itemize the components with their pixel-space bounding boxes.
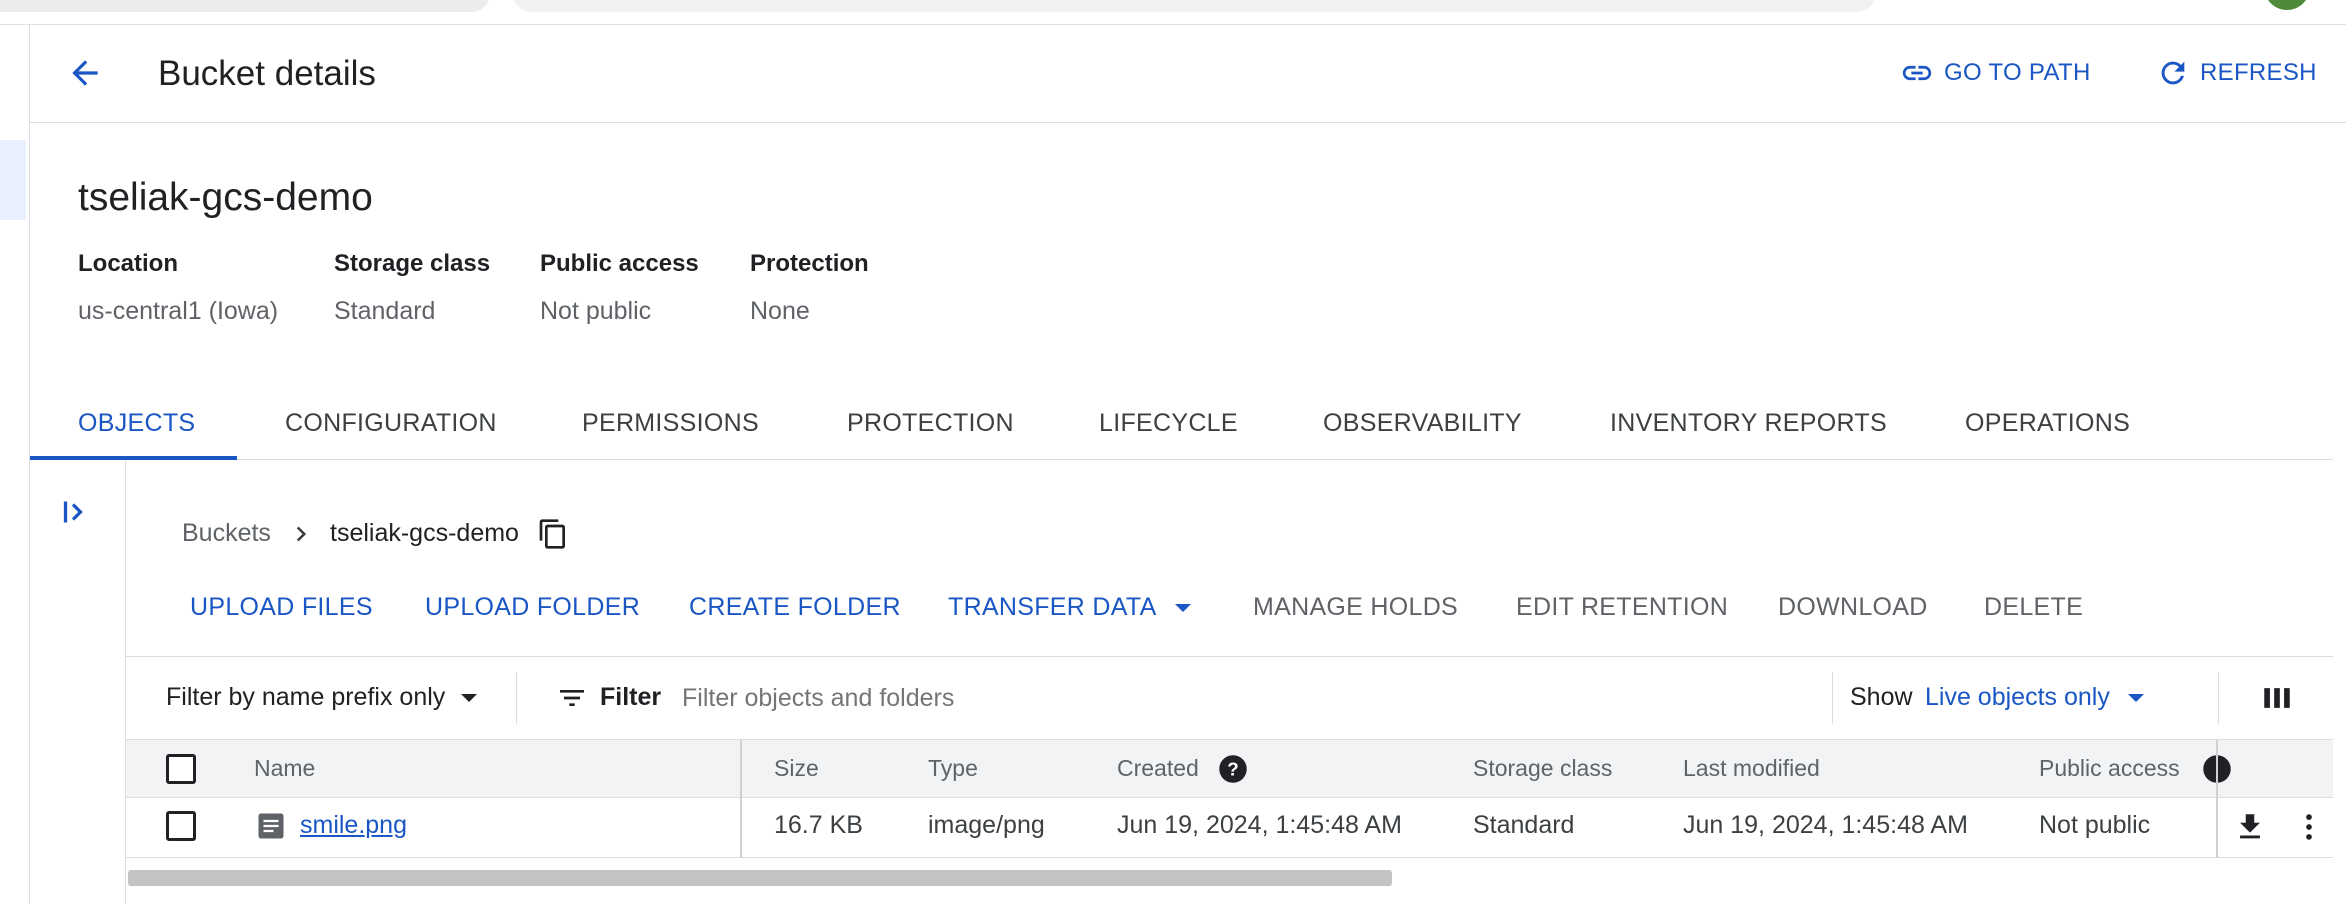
- browser-address-bar[interactable]: [512, 0, 1876, 12]
- column-header-created[interactable]: Created: [1117, 755, 1199, 782]
- tab-protection[interactable]: PROTECTION: [847, 409, 1014, 438]
- browser-tab[interactable]: [0, 0, 490, 12]
- show-divider: [1832, 672, 1833, 724]
- sticky-column-separator: [2216, 740, 2218, 858]
- back-button[interactable]: [62, 50, 108, 96]
- cell-size: 16.7 KB: [774, 811, 863, 839]
- breadcrumb-current: tseliak-gcs-demo: [330, 519, 519, 547]
- go-to-path-button[interactable]: GO TO PATH: [1900, 56, 2091, 90]
- cell-created: Jun 19, 2024, 1:45:48 AM: [1117, 811, 1402, 839]
- scrollbar-thumb[interactable]: [128, 870, 1392, 886]
- show-objects-value: Live objects only: [1925, 683, 2110, 711]
- column-header-public-access[interactable]: Public access: [2039, 755, 2180, 782]
- refresh-button[interactable]: REFRESH: [2156, 56, 2317, 90]
- upload-files-button[interactable]: UPLOAD FILES: [190, 593, 373, 622]
- filter-icon: [560, 690, 584, 706]
- download-icon[interactable]: [2233, 810, 2267, 844]
- columns-divider: [2218, 672, 2219, 724]
- cell-type: image/png: [928, 811, 1045, 839]
- filter-input[interactable]: [682, 676, 1812, 720]
- cell-public-access: Not public: [2039, 811, 2151, 839]
- refresh-icon: [2161, 61, 2185, 85]
- tab-lifecycle[interactable]: LIFECYCLE: [1099, 409, 1238, 438]
- public-access-label: Public access: [540, 250, 699, 277]
- cell-storage-class: Standard: [1473, 811, 1575, 839]
- dropdown-arrow-icon: [2127, 693, 2144, 702]
- expand-panel-icon: [63, 501, 83, 523]
- storage-class-value: Standard: [334, 297, 436, 325]
- copy-icon[interactable]: [537, 518, 569, 550]
- location-label: Location: [78, 250, 178, 277]
- download-button[interactable]: DOWNLOAD: [1778, 593, 1928, 622]
- column-header-name[interactable]: Name: [254, 755, 315, 782]
- select-all-checkbox[interactable]: [166, 754, 196, 784]
- arrow-back-icon: [72, 60, 98, 86]
- file-icon: [258, 813, 284, 839]
- upload-folder-button[interactable]: UPLOAD FOLDER: [425, 593, 640, 622]
- create-folder-button[interactable]: CREATE FOLDER: [689, 593, 901, 622]
- tab-configuration[interactable]: CONFIGURATION: [285, 409, 497, 438]
- protection-label: Protection: [750, 250, 869, 277]
- show-objects-dropdown[interactable]: Live objects only: [1925, 683, 2146, 712]
- public-access-value: Not public: [540, 297, 652, 325]
- prefix-filter-label: Filter by name prefix only: [166, 683, 446, 711]
- filter-label: Filter: [600, 683, 662, 711]
- location-value: us-central1 (Iowa): [78, 297, 279, 325]
- svg-text:?: ?: [1227, 758, 1238, 779]
- cell-last-modified: Jun 19, 2024, 1:45:48 AM: [1683, 811, 1968, 839]
- show-label: Show: [1850, 683, 1913, 711]
- transfer-data-button[interactable]: TRANSFER DATA: [948, 593, 1193, 622]
- more-vert-icon[interactable]: [2292, 810, 2326, 844]
- tab-inventory-reports[interactable]: INVENTORY REPORTS: [1610, 409, 1887, 438]
- chevron-right-icon: [296, 526, 307, 542]
- dropdown-arrow-icon: [1174, 603, 1191, 612]
- prefix-filter-dropdown[interactable]: Filter by name prefix only: [166, 683, 479, 712]
- filter-divider: [516, 672, 517, 724]
- bucket-name: tseliak-gcs-demo: [78, 176, 373, 219]
- column-header-last-modified[interactable]: Last modified: [1683, 755, 1820, 782]
- delete-button[interactable]: DELETE: [1984, 593, 2083, 622]
- tab-observability[interactable]: OBSERVABILITY: [1323, 409, 1522, 438]
- help-icon[interactable]: ?: [1218, 754, 1248, 784]
- tab-operations[interactable]: OPERATIONS: [1965, 409, 2130, 438]
- column-header-storage-class[interactable]: Storage class: [1473, 755, 1612, 782]
- tab-permissions[interactable]: PERMISSIONS: [582, 409, 759, 438]
- object-name-link[interactable]: smile.png: [300, 811, 407, 840]
- expand-panel-button[interactable]: [56, 492, 96, 532]
- manage-holds-button[interactable]: MANAGE HOLDS: [1253, 593, 1458, 622]
- refresh-label: REFRESH: [2200, 59, 2317, 86]
- storage-class-label: Storage class: [334, 250, 491, 277]
- column-header-type[interactable]: Type: [928, 755, 978, 782]
- active-tab-indicator: [30, 456, 237, 460]
- link-icon: [1902, 65, 1932, 81]
- page-title: Bucket details: [158, 54, 376, 93]
- tab-objects[interactable]: OBJECTS: [78, 409, 195, 438]
- go-to-path-label: GO TO PATH: [1944, 59, 2091, 86]
- edit-retention-button[interactable]: EDIT RETENTION: [1516, 593, 1728, 622]
- column-resize-handle[interactable]: [740, 740, 742, 858]
- transfer-data-label: TRANSFER DATA: [948, 593, 1157, 621]
- left-nav-selected-item[interactable]: [0, 140, 26, 220]
- protection-value: None: [750, 297, 810, 325]
- column-header-size[interactable]: Size: [774, 755, 819, 782]
- breadcrumb-buckets[interactable]: Buckets: [182, 519, 271, 548]
- row-checkbox[interactable]: [166, 811, 196, 841]
- dropdown-arrow-icon: [461, 693, 478, 702]
- column-display-icon[interactable]: [2260, 681, 2294, 715]
